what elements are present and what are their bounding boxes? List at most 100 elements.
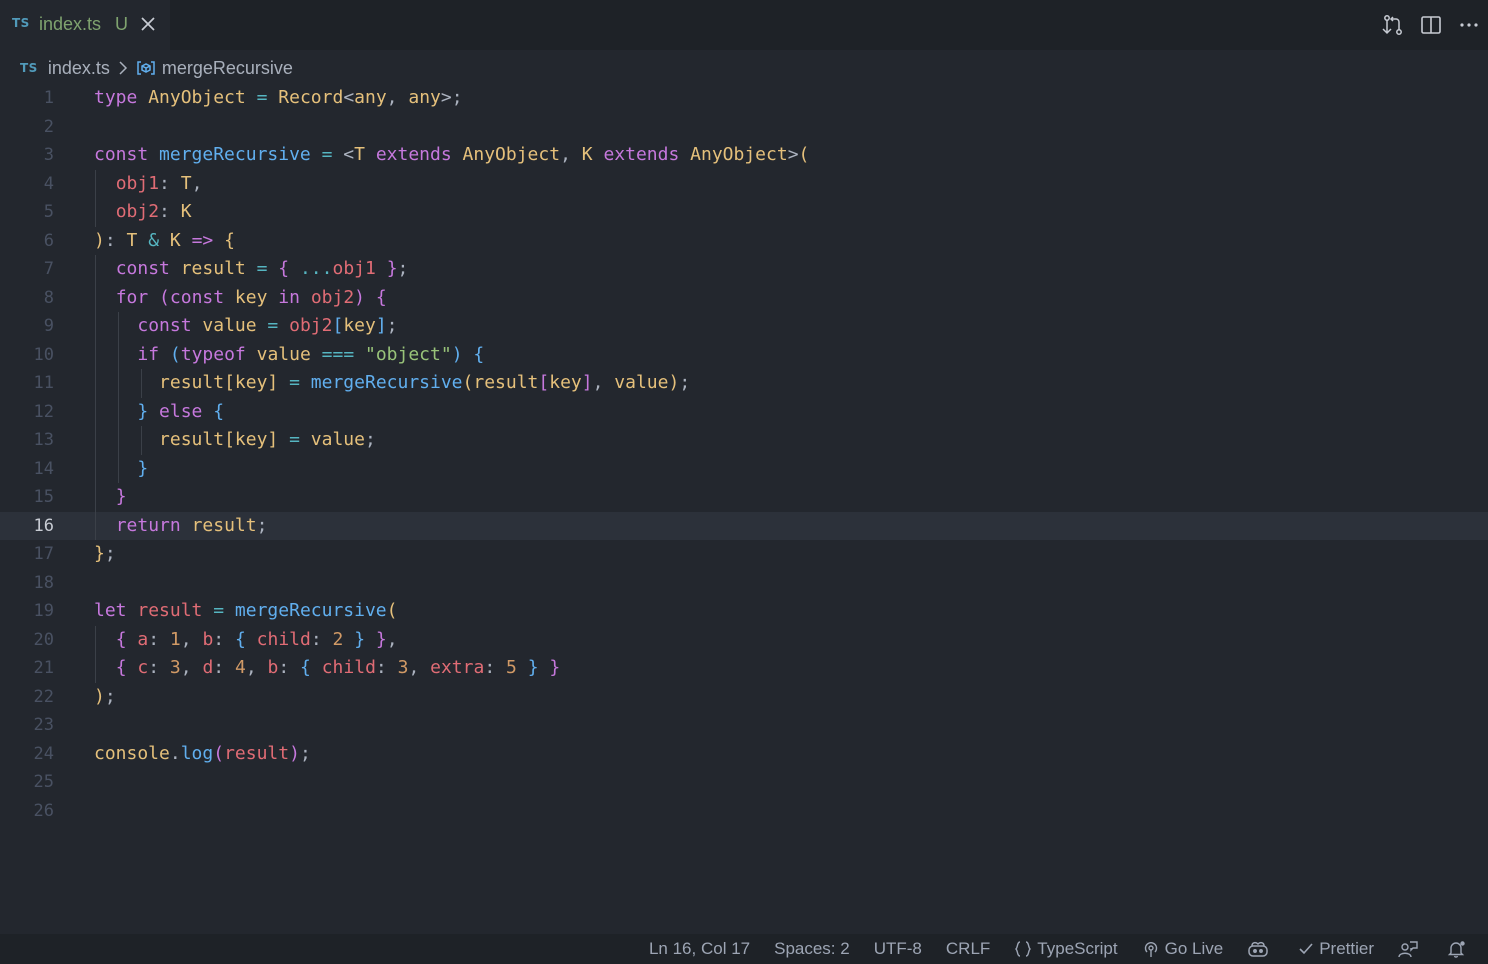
code-line[interactable]: 13 result[key] = value; [0,426,1488,455]
code-line[interactable]: 26 [0,797,1488,826]
check-icon [1299,943,1313,955]
open-changes-icon[interactable] [1374,10,1412,40]
code-text: ); [94,685,116,707]
git-untracked-badge: U [115,14,128,34]
line-number: 24 [33,743,54,764]
go-live-button[interactable]: Go Live [1130,934,1236,964]
line-number: 1 [43,88,54,108]
code-line[interactable]: 16 return result; [0,511,1488,540]
code-text: const value = obj2[key]; [137,315,398,336]
code-text: return result; [115,514,268,536]
line-number: 10 [33,344,54,365]
code-line[interactable]: 2 [0,113,1488,142]
code-line[interactable]: 17}; [0,540,1488,569]
code-line[interactable]: 18 [0,569,1488,598]
code-text: if (typeof value === "object") { [137,343,485,365]
split-editor-icon[interactable] [1412,10,1450,40]
code-line[interactable]: 3 const mergeRecursive = <T extends AnyOb… [0,141,1488,170]
line-number: 16 [33,515,54,536]
code-text: } [115,486,127,507]
code-line[interactable]: 8 for (const key in obj2) { [0,283,1488,312]
feedback-icon[interactable] [1386,934,1435,964]
line-number: 22 [33,686,54,707]
code-editor[interactable]: 1 type AnyObject = Record<any, any>; 2 3 con… [0,84,1488,930]
code-text: type AnyObject = Record<any, any>; [94,87,463,108]
editor-tab-bar: TS index.ts U [0,0,1488,50]
copilot-icon[interactable] [1235,934,1286,964]
editor-actions [1374,0,1488,50]
code-line[interactable]: 22); [0,683,1488,712]
line-number: 9 [43,316,54,336]
line-number: 2 [43,116,54,137]
language-mode[interactable]: TypeScript [1002,934,1129,964]
code-line[interactable]: 11 result[key] = mergeRecursive(result[k… [0,369,1488,398]
code-text: for (const key in obj2) { [115,286,387,308]
code-text: obj1: T, [115,172,203,194]
code-text: ): T & K => { [94,229,235,251]
code-line[interactable]: 5 obj2: K [0,198,1488,227]
code-line[interactable]: 20 { a: 1, b: { child: 2 } }, [0,625,1488,654]
line-number: 12 [33,401,54,422]
tab-index-ts[interactable]: TS index.ts U [0,0,170,50]
code-line[interactable]: 21 { c: 3, d: 4, b: { child: 3, extra: 5… [0,654,1488,683]
encoding-setting[interactable]: UTF-8 [862,934,934,964]
code-text: { c: 3, d: 4, b: { child: 3, extra: 5 } … [115,657,561,678]
typescript-file-icon: TS [20,61,38,75]
symbol-variable-icon [136,60,156,76]
code-text: let result = mergeRecursive( [94,600,398,621]
code-text: const result = { ...obj1 }; [115,258,409,279]
line-number: 3 [43,145,54,165]
line-number: 11 [33,373,54,393]
line-number: 14 [33,458,54,479]
breadcrumb-symbol[interactable]: mergeRecursive [162,58,293,79]
line-number: 19 [33,601,54,621]
chevron-right-icon [118,60,128,76]
code-line[interactable]: 14 } [0,454,1488,483]
code-line[interactable]: 15 } [0,483,1488,512]
code-line[interactable]: 23 [0,711,1488,740]
code-text: } else { [137,400,225,422]
line-number: 20 [33,629,54,650]
code-text: }; [94,543,116,564]
code-line[interactable]: 19 let result = mergeRecursive( [0,597,1488,626]
line-ending-setting[interactable]: CRLF [934,934,1002,964]
code-line[interactable]: 9 const value = obj2[key]; [0,312,1488,341]
line-number: 21 [33,658,54,678]
code-line[interactable]: 7 const result = { ...obj1 }; [0,255,1488,284]
line-number: 17 [33,544,54,564]
prettier-label: Prettier [1319,939,1374,958]
line-number: 4 [43,173,54,194]
indentation-setting[interactable]: Spaces: 2 [762,934,862,964]
line-number: 15 [33,487,54,507]
breadcrumb: TS index.ts mergeRecursive [0,52,1488,84]
code-line[interactable]: 12 } else { [0,397,1488,426]
code-line[interactable]: 6): T & K => { [0,227,1488,256]
braces-icon [1015,941,1032,957]
line-number: 23 [33,715,54,735]
code-text: result[key] = value; [159,429,376,450]
more-actions-icon[interactable] [1450,10,1488,40]
cursor-position[interactable]: Ln 16, Col 17 [637,934,762,964]
code-text: console.log(result); [94,742,311,764]
code-line[interactable]: 25 [0,768,1488,797]
line-number: 25 [33,772,54,792]
code-text: { a: 1, b: { child: 2 } }, [115,628,398,650]
prettier-status[interactable]: Prettier [1286,934,1386,964]
code-text: } [137,457,149,479]
line-number: 13 [33,430,54,450]
notifications-icon[interactable] [1435,934,1484,964]
code-text: obj2: K [115,201,192,222]
code-text: result[key] = mergeRecursive(result[key]… [159,372,691,393]
go-live-label: Go Live [1164,939,1224,958]
broadcast-icon [1144,942,1157,957]
code-line[interactable]: 4 obj1: T, [0,169,1488,198]
code-line[interactable]: 10 if (typeof value === "object") { [0,340,1488,369]
code-text: const mergeRecursive = <T extends AnyObj… [94,144,810,165]
line-number: 8 [43,287,54,308]
code-line[interactable]: 24 console.log(result); [0,740,1488,769]
status-bar: Ln 16, Col 17 Spaces: 2 UTF-8 CRLF TypeS… [0,934,1488,964]
tab-filename: index.ts [39,14,102,34]
breadcrumb-file[interactable]: index.ts [48,58,110,79]
close-icon[interactable] [139,15,157,33]
code-line[interactable]: 1 type AnyObject = Record<any, any>; [0,84,1488,113]
